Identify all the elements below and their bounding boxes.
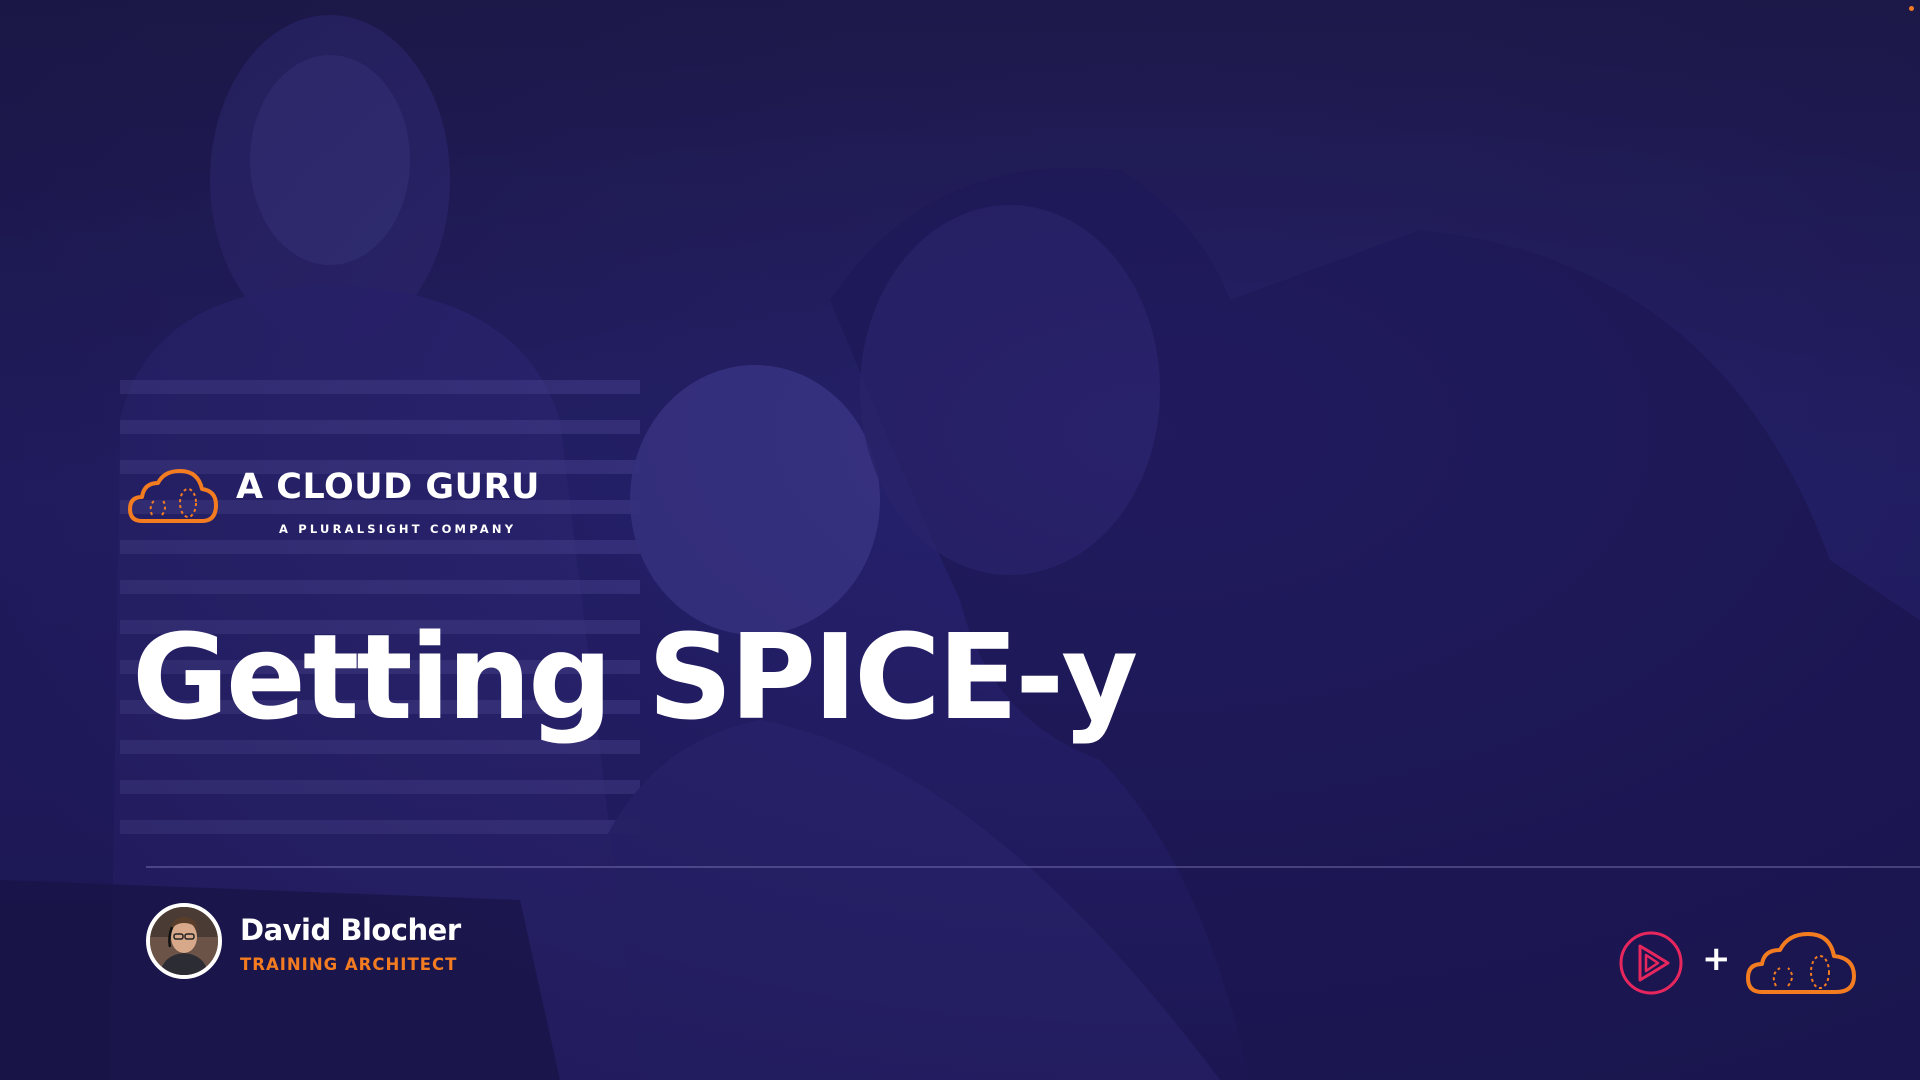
slide-title: Getting SPICE-y	[132, 608, 1138, 746]
divider	[146, 866, 1920, 868]
brand-logo: A CLOUD GURU A PLURALSIGHT COMPANY	[128, 460, 540, 536]
indicator-dot	[1909, 6, 1914, 11]
cloud-logo-icon	[128, 469, 218, 523]
avatar	[146, 903, 222, 979]
pluralsight-logo-icon	[1619, 931, 1683, 995]
partner-logos: +	[1618, 930, 1858, 1000]
plus-sign: +	[1702, 939, 1731, 979]
brand-tagline: A PLURALSIGHT COMPANY	[279, 521, 517, 536]
brand-name: A CLOUD GURU	[236, 466, 540, 507]
presenter-name: David Blocher	[240, 913, 461, 947]
acloudguru-logo-icon	[1746, 932, 1856, 994]
presenter-role: TRAINING ARCHITECT	[240, 955, 458, 974]
presenter-photo	[150, 907, 218, 975]
